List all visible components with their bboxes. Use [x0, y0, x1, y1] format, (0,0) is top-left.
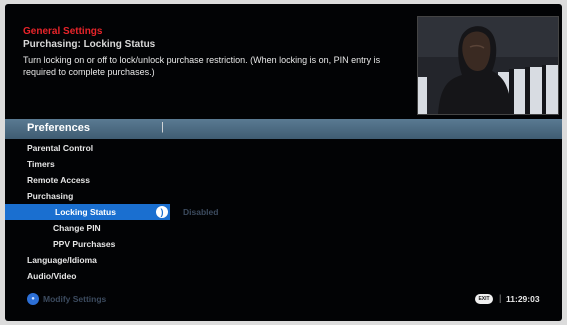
clock: 11:29:03: [506, 294, 540, 304]
menu-item-label: Parental Control: [27, 143, 94, 153]
menu-item-label: PPV Purchases: [53, 239, 116, 249]
menu-item-label: Change PIN: [53, 223, 101, 233]
menu-item-purchasing[interactable]: Purchasing: [5, 188, 562, 204]
page-description: Turn locking on or off to lock/unlock pu…: [23, 55, 381, 77]
menu-item-label: Locking Status: [55, 207, 116, 217]
selection-arrow-icon: ): [156, 206, 168, 218]
page-title: General Settings: [23, 26, 103, 37]
menu-item-language[interactable]: Language/Idioma: [5, 252, 562, 268]
header: General Settings Purchasing: Locking Sta…: [23, 26, 403, 78]
menu-item-label: Language/Idioma: [27, 255, 97, 265]
menu-item-label: Timers: [27, 159, 55, 169]
menu-item-audio-video[interactable]: Audio/Video: [5, 268, 562, 284]
exit-button-icon[interactable]: EXIT: [475, 294, 493, 304]
tv-screen: General Settings Purchasing: Locking Sta…: [5, 4, 562, 321]
menu-item-timers[interactable]: Timers: [5, 156, 562, 172]
menu-item-locking-status[interactable]: Locking Status ) Disabled: [5, 204, 218, 220]
page-subtitle: Purchasing: Locking Status: [23, 39, 156, 50]
blue-button-icon: ●: [27, 293, 39, 305]
menu-item-remote-access[interactable]: Remote Access: [5, 172, 562, 188]
menu-item-label: Audio/Video: [27, 271, 77, 281]
menu-item-parental-control[interactable]: Parental Control: [5, 140, 562, 156]
menu-item-ppv-purchases[interactable]: PPV Purchases: [5, 236, 562, 252]
settings-menu: Parental Control Timers Remote Access Pu…: [5, 140, 562, 284]
footer-separator: |: [499, 293, 502, 303]
preferences-label: Preferences: [27, 122, 90, 134]
menu-item-label: Remote Access: [27, 175, 90, 185]
video-preview-image: [418, 17, 558, 114]
modify-settings-label: Modify Settings: [43, 294, 107, 304]
video-preview: [417, 16, 559, 115]
menu-item-change-pin[interactable]: Change PIN: [5, 220, 562, 236]
locking-status-value[interactable]: Disabled: [183, 204, 218, 220]
preferences-bar[interactable]: Preferences |: [5, 119, 562, 139]
menu-item-label: Purchasing: [27, 191, 74, 201]
preferences-separator: |: [161, 121, 164, 133]
